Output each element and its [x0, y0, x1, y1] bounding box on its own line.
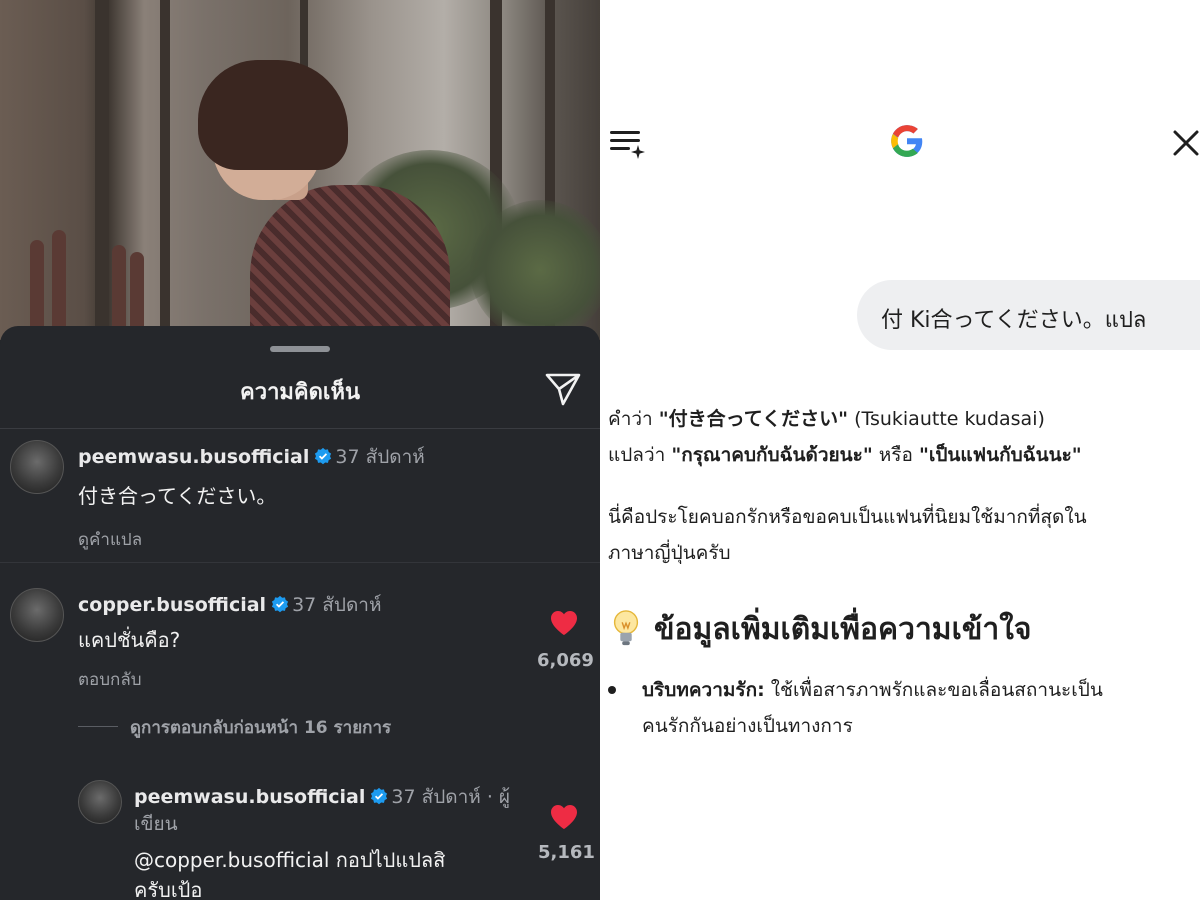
- section-heading: ข้อมูลเพิ่มเติมเพื่อความเข้าใจ: [610, 606, 1031, 653]
- bullet-label: บริบทความรัก:: [642, 679, 765, 701]
- answer-line-2: แปลว่า "กรุณาคบกับฉันด้วยนะ" หรือ "เป็นแ…: [608, 444, 1082, 466]
- translation-bold-2: "เป็นแฟนกับฉันนะ": [918, 444, 1082, 466]
- drag-handle[interactable]: [270, 346, 330, 352]
- answer-paragraph-2-cont: ภาษาญี่ปุ่นครับ: [608, 542, 731, 564]
- reply-time: 37 สัปดาห์ · ผู้: [391, 786, 511, 808]
- close-icon[interactable]: [1172, 129, 1200, 157]
- comment-username[interactable]: peemwasu.busofficial: [78, 446, 309, 468]
- comment-time: 37 สัปดาห์: [335, 446, 425, 468]
- verified-badge-icon: [271, 595, 289, 613]
- like-heart-icon[interactable]: [550, 804, 578, 830]
- google-g-logo[interactable]: [888, 122, 926, 160]
- avatar[interactable]: [78, 780, 122, 824]
- assistant-app: 付 Ki合ってください。แปล คำว่า "付き合ってください" (Tsuki…: [600, 0, 1200, 900]
- bullet-item: บริบทความรัก: ใช้เพื่อสารภาพรักและขอเลื่…: [642, 679, 1103, 737]
- comments-app: ความคิดเห็น peemwasu.busofficial 37 สัปดา…: [0, 0, 600, 900]
- avatar[interactable]: [10, 588, 64, 642]
- comment-username[interactable]: copper.busofficial: [78, 594, 266, 616]
- reply-item: peemwasu.busofficial 37 สัปดาห์ · ผู้ เขี…: [0, 776, 600, 900]
- reply-button[interactable]: ตอบกลับ: [78, 666, 142, 693]
- translation-bold-1: "กรุณาคบกับฉันด้วยนะ": [671, 444, 873, 466]
- comment-item: copper.busofficial 37 สัปดาห์ แคปชั่นคือ?…: [0, 582, 600, 702]
- term-bold: "付き合ってください": [658, 408, 849, 430]
- answer-line-1: คำว่า "付き合ってください" (Tsukiautte kudasai): [608, 408, 1045, 430]
- answer-paragraph-2: นี่คือประโยคบอกรักหรือขอคบเป็นแฟนที่นิยม…: [608, 506, 1087, 528]
- comment-time: 37 สัปดาห์: [292, 594, 382, 616]
- send-icon[interactable]: [544, 370, 582, 408]
- verified-badge-icon: [371, 787, 388, 805]
- reply-text-cont: ครับเป้อ: [134, 878, 203, 900]
- user-prompt-bubble: 付 Ki合ってください。แปล: [857, 280, 1200, 350]
- verified-badge-icon: [315, 447, 332, 465]
- user-prompt-text: 付 Ki合ってください。แปล: [881, 308, 1147, 333]
- avatar[interactable]: [10, 440, 64, 494]
- comment-text: แคปชั่นคือ?: [78, 628, 181, 652]
- reply-author-tag: เขียน: [134, 813, 178, 835]
- reply-text: @copper.busofficial กอปไปแปลสิ: [134, 848, 446, 872]
- lightbulb-icon: [613, 610, 639, 646]
- like-heart-icon[interactable]: [550, 610, 578, 636]
- comment-text: 付き合ってください。: [78, 484, 277, 508]
- reply-username[interactable]: peemwasu.busofficial: [134, 786, 365, 808]
- sheet-title: ความคิดเห็น: [240, 380, 360, 405]
- comment-item: peemwasu.busofficial 37 สัปดาห์ 付き合ってください…: [0, 436, 600, 566]
- like-count: 5,161: [538, 842, 595, 863]
- post-photo: [0, 0, 600, 340]
- menu-sparkle-icon[interactable]: [610, 127, 646, 159]
- like-count: 6,069: [537, 650, 594, 671]
- view-previous-replies-link[interactable]: ดูการตอบกลับก่อนหน้า 16 รายการ: [130, 714, 391, 741]
- see-translation-link[interactable]: ดูคำแปล: [78, 526, 142, 553]
- comments-sheet: ความคิดเห็น peemwasu.busofficial 37 สัปดา…: [0, 326, 600, 900]
- bullet-dot: [608, 686, 616, 694]
